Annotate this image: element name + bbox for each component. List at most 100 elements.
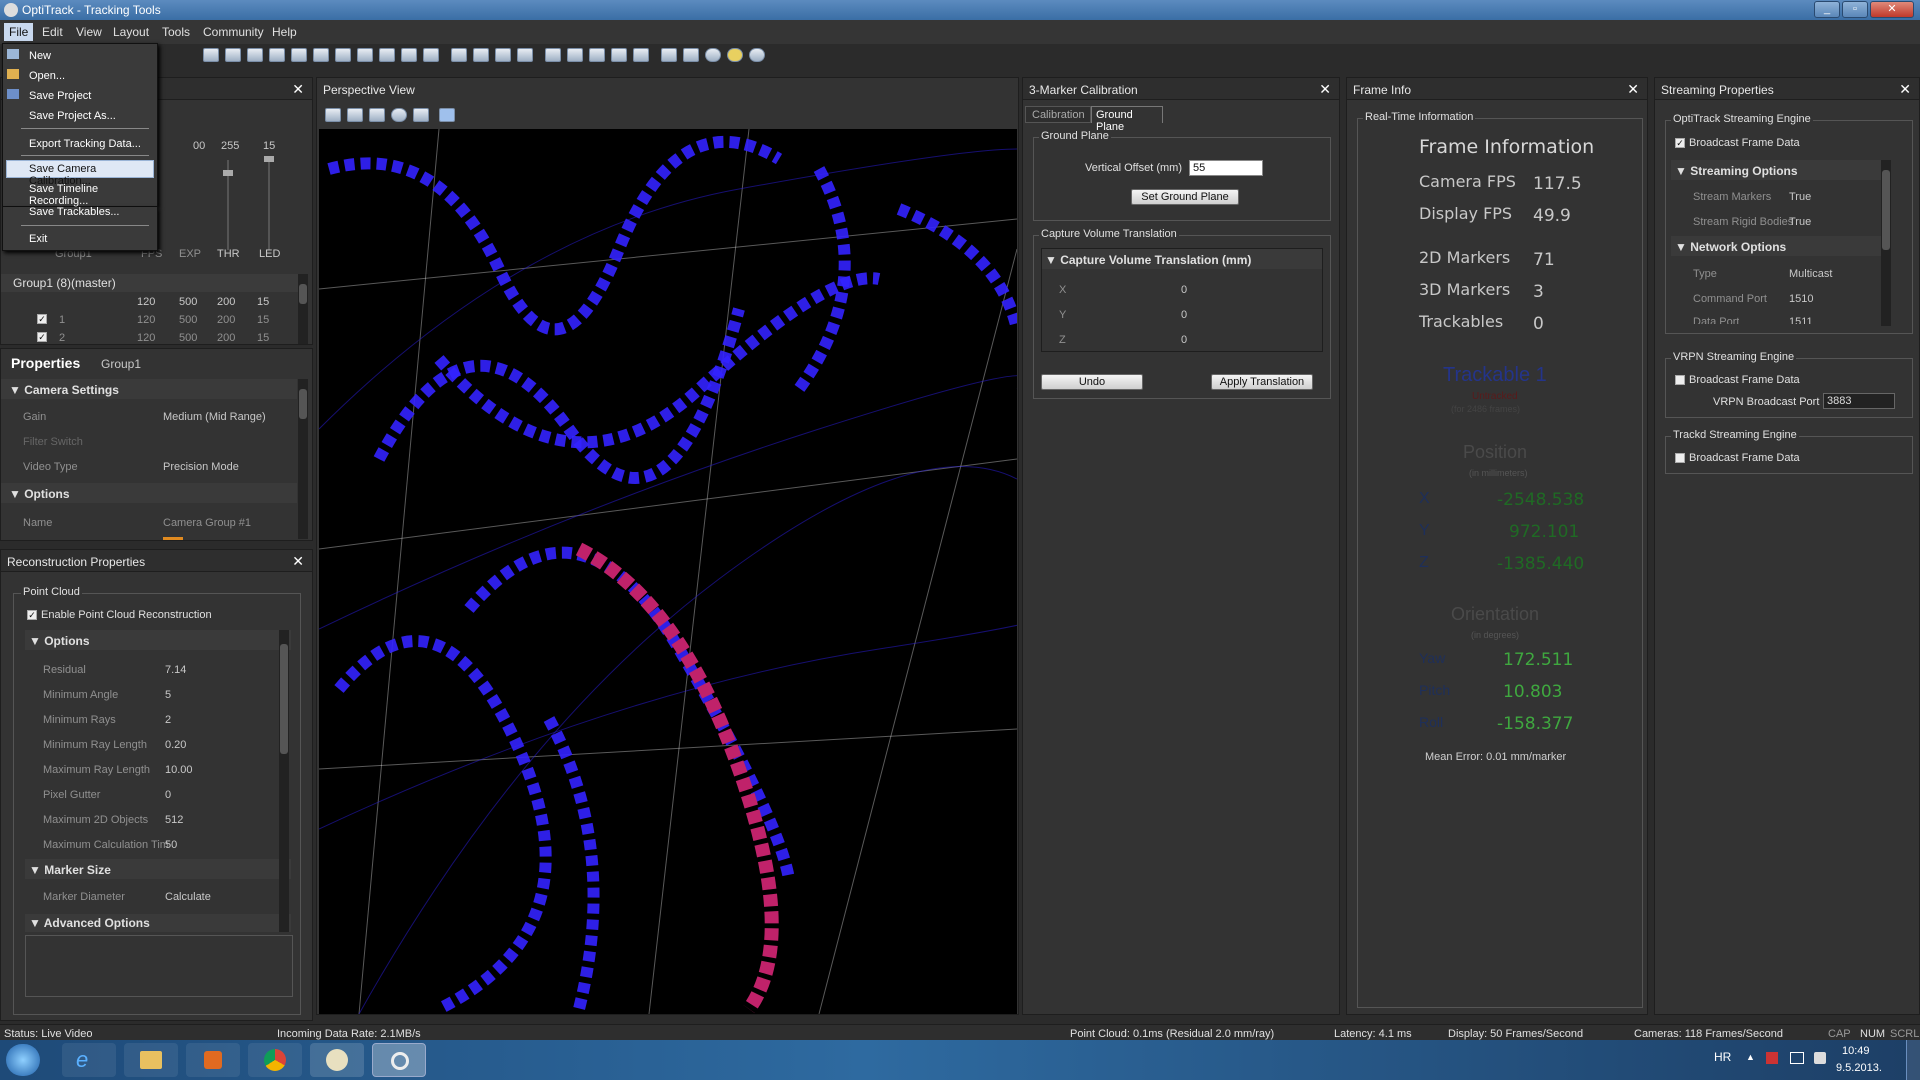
toolbar-layout2-icon[interactable]	[473, 48, 489, 62]
network-options-header[interactable]: ▼ Network Options	[1675, 240, 1786, 254]
data-port-value[interactable]: 1511	[1789, 316, 1813, 324]
max-ray-length-value[interactable]: 10.00	[165, 764, 193, 776]
recon-options-header[interactable]: ▼ Options	[29, 634, 90, 648]
toolbar-sheet-icon[interactable]	[683, 48, 699, 62]
name-value[interactable]: Camera Group #1	[163, 517, 251, 529]
menu-help[interactable]: Help	[272, 25, 297, 39]
toolbar-record-icon[interactable]	[313, 48, 329, 62]
min-ray-length-value[interactable]: 0.20	[165, 739, 186, 751]
toolbar-chat-icon[interactable]	[545, 48, 561, 62]
taskbar-optitrack-icon[interactable]	[372, 1043, 426, 1077]
menu-view[interactable]: View	[76, 25, 102, 39]
tray-time[interactable]: 10:49	[1842, 1045, 1870, 1057]
broadcast-opti-checkbox[interactable]: ✓	[1675, 138, 1685, 148]
recon-scrollbar[interactable]	[279, 630, 289, 932]
toolbar-save-icon[interactable]	[225, 48, 241, 62]
minimize-button[interactable]: _	[1814, 1, 1840, 18]
taskbar-chrome-icon[interactable]	[248, 1043, 302, 1077]
properties-tab[interactable]: Group1	[101, 357, 141, 371]
toolbar-globe-icon[interactable]	[611, 48, 627, 62]
toolbar-help-icon[interactable]	[749, 48, 765, 62]
camera-2-checkbox[interactable]: ✓	[37, 332, 47, 342]
close-button[interactable]: ✕	[1870, 1, 1914, 18]
z-value[interactable]: 0	[1181, 334, 1187, 346]
menu-edit[interactable]: Edit	[42, 25, 63, 39]
enable-point-cloud-checkbox[interactable]: ✓	[27, 610, 37, 620]
led-slider-track[interactable]	[268, 160, 270, 250]
broadcast-trackd-checkbox[interactable]	[1675, 453, 1685, 463]
toolbar-panel-icon[interactable]	[379, 48, 395, 62]
close-icon[interactable]: ✕	[1319, 81, 1331, 98]
close-icon[interactable]: ✕	[1627, 81, 1639, 98]
tray-network-icon[interactable]	[1790, 1052, 1804, 1064]
menu-item-save-timeline[interactable]: Save Timeline Recording...	[29, 183, 157, 207]
toolbar-bulb-icon[interactable]	[727, 48, 743, 62]
menu-item-exit[interactable]: Exit	[29, 233, 47, 245]
toolbar-export-icon[interactable]	[291, 48, 307, 62]
apply-translation-button[interactable]: Apply Translation	[1211, 374, 1313, 390]
advanced-options-header[interactable]: ▼ Advanced Options	[29, 916, 150, 930]
stream-rigid-value[interactable]: True	[1789, 216, 1811, 228]
camera-settings-header[interactable]: ▼ Camera Settings	[9, 383, 119, 397]
maximize-button[interactable]: ▫	[1842, 1, 1868, 18]
menu-item-save-project[interactable]: Save Project	[29, 90, 91, 102]
residual-value[interactable]: 7.14	[165, 664, 186, 676]
point-cloud-canvas[interactable]	[319, 129, 1017, 1014]
pixel-gutter-value[interactable]: 0	[165, 789, 171, 801]
undo-button[interactable]: Undo	[1041, 374, 1143, 390]
view-rays-icon[interactable]	[413, 108, 429, 122]
toolbar-monitor-icon[interactable]	[567, 48, 583, 62]
close-icon[interactable]: ✕	[292, 81, 304, 98]
menu-tools[interactable]: Tools	[162, 25, 190, 39]
toolbar-layout3-icon[interactable]	[495, 48, 511, 62]
menu-item-export[interactable]: Export Tracking Data...	[29, 138, 141, 150]
menu-layout[interactable]: Layout	[113, 25, 149, 39]
view-layout-icon[interactable]	[439, 108, 455, 122]
view-hat-icon[interactable]	[325, 108, 341, 122]
toolbar-layout4-icon[interactable]	[517, 48, 533, 62]
video-type-value[interactable]: Precision Mode	[163, 461, 239, 473]
perspective-viewport[interactable]	[319, 129, 1017, 1014]
menu-file[interactable]: File	[4, 23, 34, 41]
y-value[interactable]: 0	[1181, 309, 1187, 321]
menu-community[interactable]: Community	[203, 25, 264, 39]
marker-diameter-value[interactable]: Calculate	[165, 891, 211, 903]
options-header[interactable]: ▼ Options	[9, 487, 70, 501]
menu-item-save-project-as[interactable]: Save Project As...	[29, 110, 116, 122]
vertical-offset-input[interactable]: 55	[1189, 160, 1263, 176]
tray-language[interactable]: HR	[1714, 1050, 1731, 1064]
camera-1-checkbox[interactable]: ✓	[37, 314, 47, 324]
vrpn-port-input[interactable]: 3883	[1823, 393, 1895, 409]
streaming-scrollbar[interactable]	[1881, 160, 1891, 326]
taskbar-media-icon[interactable]	[186, 1043, 240, 1077]
marker-size-header[interactable]: ▼ Marker Size	[29, 863, 111, 877]
taskbar-paint-icon[interactable]	[310, 1043, 364, 1077]
view-image-icon[interactable]	[369, 108, 385, 122]
show-desktop-button[interactable]	[1906, 1040, 1920, 1080]
menu-item-new[interactable]: New	[29, 50, 51, 62]
max-calc-time-value[interactable]: 50	[165, 839, 177, 851]
tray-date[interactable]: 9.5.2013.	[1836, 1062, 1882, 1074]
min-angle-value[interactable]: 5	[165, 689, 171, 701]
view-sphere-icon[interactable]	[391, 108, 407, 122]
command-port-value[interactable]: 1510	[1789, 293, 1813, 305]
tray-flag-icon[interactable]	[1766, 1052, 1778, 1064]
led-slider-handle[interactable]	[264, 156, 274, 162]
properties-scrollbar[interactable]	[298, 379, 308, 539]
toolbar-camera-icon[interactable]	[247, 48, 263, 62]
min-rays-value[interactable]: 2	[165, 714, 171, 726]
toolbar-panel2-icon[interactable]	[401, 48, 417, 62]
x-value[interactable]: 0	[1181, 284, 1187, 296]
broadcast-vrpn-checkbox[interactable]	[1675, 375, 1685, 385]
toolbar-doc-icon[interactable]	[589, 48, 605, 62]
close-icon[interactable]: ✕	[292, 553, 304, 570]
max-2d-objects-value[interactable]: 512	[165, 814, 183, 826]
toolbar-grid-icon[interactable]	[357, 48, 373, 62]
menu-item-save-trackables[interactable]: Save Trackables...	[29, 206, 120, 218]
thr-slider-handle[interactable]	[223, 170, 233, 176]
view-grid-icon[interactable]	[347, 108, 363, 122]
devices-scrollbar[interactable]	[298, 274, 308, 344]
network-type-value[interactable]: Multicast	[1789, 268, 1832, 280]
toolbar-page-icon[interactable]	[633, 48, 649, 62]
stream-markers-value[interactable]: True	[1789, 191, 1811, 203]
